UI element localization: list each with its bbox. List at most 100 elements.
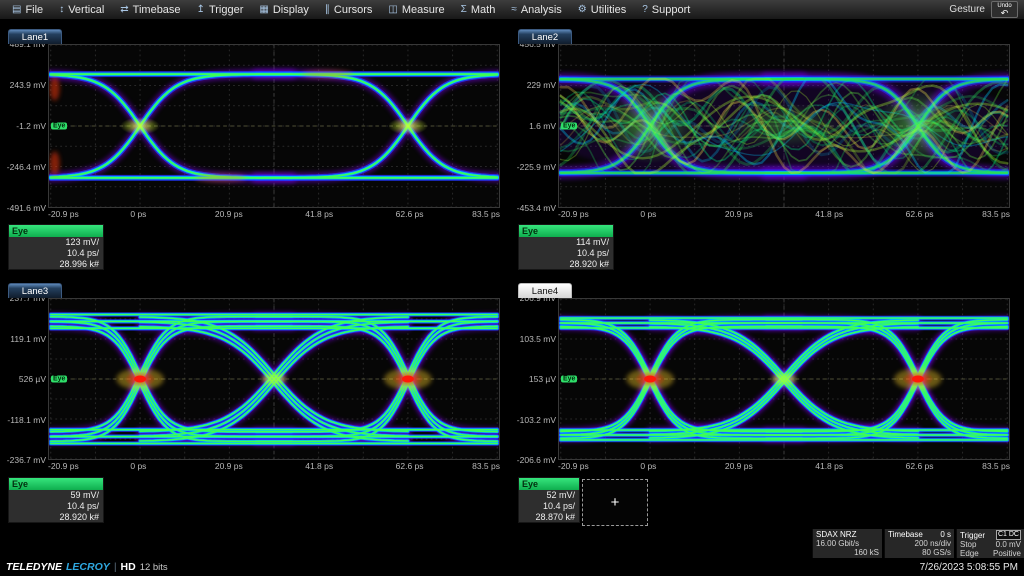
eye-measure-title: Eye — [519, 225, 613, 237]
x-axis-label: 41.8 ps — [815, 209, 843, 219]
x-axis-label: 83.5 ps — [472, 209, 500, 219]
trace-label-badge: Eye — [51, 376, 67, 383]
y-axis-label: -118.1 mV — [4, 415, 46, 425]
x-axis-label: 20.9 ps — [215, 209, 243, 219]
hd-badge: HD — [121, 561, 136, 573]
tab-lane1[interactable]: Lane1 — [8, 29, 62, 44]
datetime: 7/26/2023 5:08:55 PM — [920, 562, 1018, 573]
eye-measure-value: 10.4 ps/ — [9, 248, 103, 259]
lane4-eye-diagram[interactable]: Eye — [558, 298, 1010, 460]
trace-label-badge: Eye — [561, 123, 577, 130]
trigger-title: Trigger — [960, 531, 985, 540]
zoom-gesture-box: + — [582, 479, 648, 526]
x-axis-label: 41.8 ps — [815, 461, 843, 471]
brand-teledyne: TELEDYNE — [6, 561, 62, 573]
sda-samples: 160 kS — [854, 548, 879, 557]
y-axis-label: -246.4 mV — [4, 162, 46, 172]
y-axis-label: 119.1 mV — [4, 334, 46, 344]
x-axis-label: 41.8 ps — [305, 461, 333, 471]
timebase-offset: 0 s — [940, 530, 951, 539]
y-axis-label: -225.9 mV — [514, 162, 556, 172]
y-axis-label: -1.2 mV — [4, 121, 46, 131]
brand-logo: TELEDYNE LECROY | HD 12 bits — [6, 561, 168, 573]
lane2-eye-measure-box[interactable]: Eye114 mV/10.4 ps/28.920 k# — [518, 224, 614, 270]
trigger-type: Edge — [960, 549, 979, 558]
eye-measure-value: 10.4 ps/ — [519, 501, 579, 512]
x-axis-label: 20.9 ps — [725, 209, 753, 219]
sda-title: SDAX NRZ — [816, 530, 856, 539]
x-axis-label: 62.6 ps — [906, 461, 934, 471]
eye-measure-value: 10.4 ps/ — [519, 248, 613, 259]
x-axis: -20.9 ps0 ps20.9 ps41.8 ps62.6 ps83.5 ps — [48, 209, 500, 220]
footer-bar: TELEDYNE LECROY | HD 12 bits 7/26/2023 5… — [0, 558, 1024, 576]
y-axis-label: 229 mV — [514, 80, 556, 90]
eye-measure-value: 28.996 k# — [9, 259, 103, 270]
y-axis-label: -236.7 mV — [4, 455, 46, 465]
timebase-scale: 200 ns/div — [915, 539, 951, 548]
tab-lane4[interactable]: Lane4 — [518, 283, 572, 298]
y-axis-label: 526 µV — [4, 374, 46, 384]
y-axis-label: -491.6 mV — [4, 203, 46, 213]
x-axis-label: 83.5 ps — [472, 461, 500, 471]
sda-summary-box[interactable]: SDAX NRZ 16.00 Gbit/s 160 kS — [812, 529, 882, 558]
eye-measure-value: 114 mV/ — [519, 237, 613, 248]
x-axis-label: -20.9 ps — [48, 461, 79, 471]
sda-bitrate: 16.00 Gbit/s — [816, 539, 859, 548]
eye-measure-title: Eye — [9, 225, 103, 237]
eye-measure-value: 52 mV/ — [519, 490, 579, 501]
x-axis-label: 0 ps — [130, 209, 146, 219]
x-axis-label: 20.9 ps — [215, 461, 243, 471]
x-axis-label: 62.6 ps — [396, 461, 424, 471]
timebase-rate: 80 GS/s — [922, 548, 951, 557]
lane3-eye-diagram[interactable]: Eye — [48, 298, 500, 460]
trace-label-badge: Eye — [561, 376, 577, 383]
x-axis: -20.9 ps0 ps20.9 ps41.8 ps62.6 ps83.5 ps — [558, 209, 1010, 220]
y-axis-label: -453.4 mV — [514, 203, 556, 213]
lane-grid: Lane1Eye489.1 mV243.9 mV-1.2 mV-246.4 mV… — [0, 0, 1024, 576]
lane4-eye-measure-box[interactable]: Eye52 mV/10.4 ps/28.870 k# — [518, 477, 580, 523]
eye-measure-value: 123 mV/ — [9, 237, 103, 248]
eye-measure-title: Eye — [9, 478, 103, 490]
y-axis-label: 103.5 mV — [514, 334, 556, 344]
x-axis: -20.9 ps 0 ps 20.9 ps 41.8 ps 62.6 ps 83.5 ps — [48, 461, 500, 472]
x-axis-label: 83.5 ps — [982, 209, 1010, 219]
y-axis-label: 153 µV — [514, 374, 556, 384]
eye-measure-value: 28.870 k# — [519, 512, 579, 523]
lane1-eye-measure-box[interactable]: Eye123 mV/10.4 ps/28.996 k# — [8, 224, 104, 270]
x-axis-label: 83.5 ps — [982, 461, 1010, 471]
y-axis-label: 243.9 mV — [4, 80, 46, 90]
timebase-summary-box[interactable]: Timebase 0 s 200 ns/div 80 GS/s — [884, 529, 954, 558]
plus-icon: + — [611, 494, 620, 511]
x-axis: -20.9 ps0 ps20.9 ps41.8 ps62.6 ps83.5 ps — [558, 461, 1010, 472]
eye-measure-value: 10.4 ps/ — [9, 501, 103, 512]
trigger-mode: Stop — [960, 540, 976, 549]
lane3-eye-measure-box[interactable]: Eye59 mV/10.4 ps/28.920 k# — [8, 477, 104, 523]
eye-measure-value: 59 mV/ — [9, 490, 103, 501]
brand-lecroy: LECROY — [66, 561, 110, 573]
tab-lane3[interactable]: Lane3 — [8, 283, 62, 298]
trigger-level: 0.0 mV — [996, 540, 1021, 549]
x-axis-label: -20.9 ps — [48, 209, 79, 219]
eye-measure-value: 28.920 k# — [9, 512, 103, 523]
trigger-summary-box[interactable]: Trigger C1 DC Stop 0.0 mV Edge Positive — [956, 529, 1024, 558]
eye-measure-title: Eye — [519, 478, 579, 490]
y-axis-label: -103.2 mV — [514, 415, 556, 425]
timebase-title: Timebase — [888, 530, 923, 539]
x-axis-label: 62.6 ps — [906, 209, 934, 219]
x-axis-label: 0 ps — [640, 461, 656, 471]
bit-depth-label: 12 bits — [140, 562, 168, 573]
lane2-eye-diagram[interactable]: Eye — [558, 44, 1010, 208]
eye-measure-value: 28.920 k# — [519, 259, 613, 270]
x-axis-label: 20.9 ps — [725, 461, 753, 471]
lane1-eye-diagram[interactable]: Eye — [48, 44, 500, 208]
brand-separator: | — [114, 561, 117, 573]
tab-lane2[interactable]: Lane2 — [518, 29, 572, 44]
oscilloscope-app: ▤File↕Vertical⇄Timebase↥Trigger▦Display∥… — [0, 0, 1024, 576]
x-axis-label: -20.9 ps — [558, 209, 589, 219]
status-bar: SDAX NRZ 16.00 Gbit/s 160 kS Timebase 0 … — [0, 529, 1024, 558]
x-axis-label: 0 ps — [130, 461, 146, 471]
y-axis-label: 1.6 mV — [514, 121, 556, 131]
trigger-source-badge: C1 DC — [996, 530, 1021, 540]
y-axis-label: -206.6 mV — [514, 455, 556, 465]
trigger-slope: Positive — [993, 549, 1021, 558]
